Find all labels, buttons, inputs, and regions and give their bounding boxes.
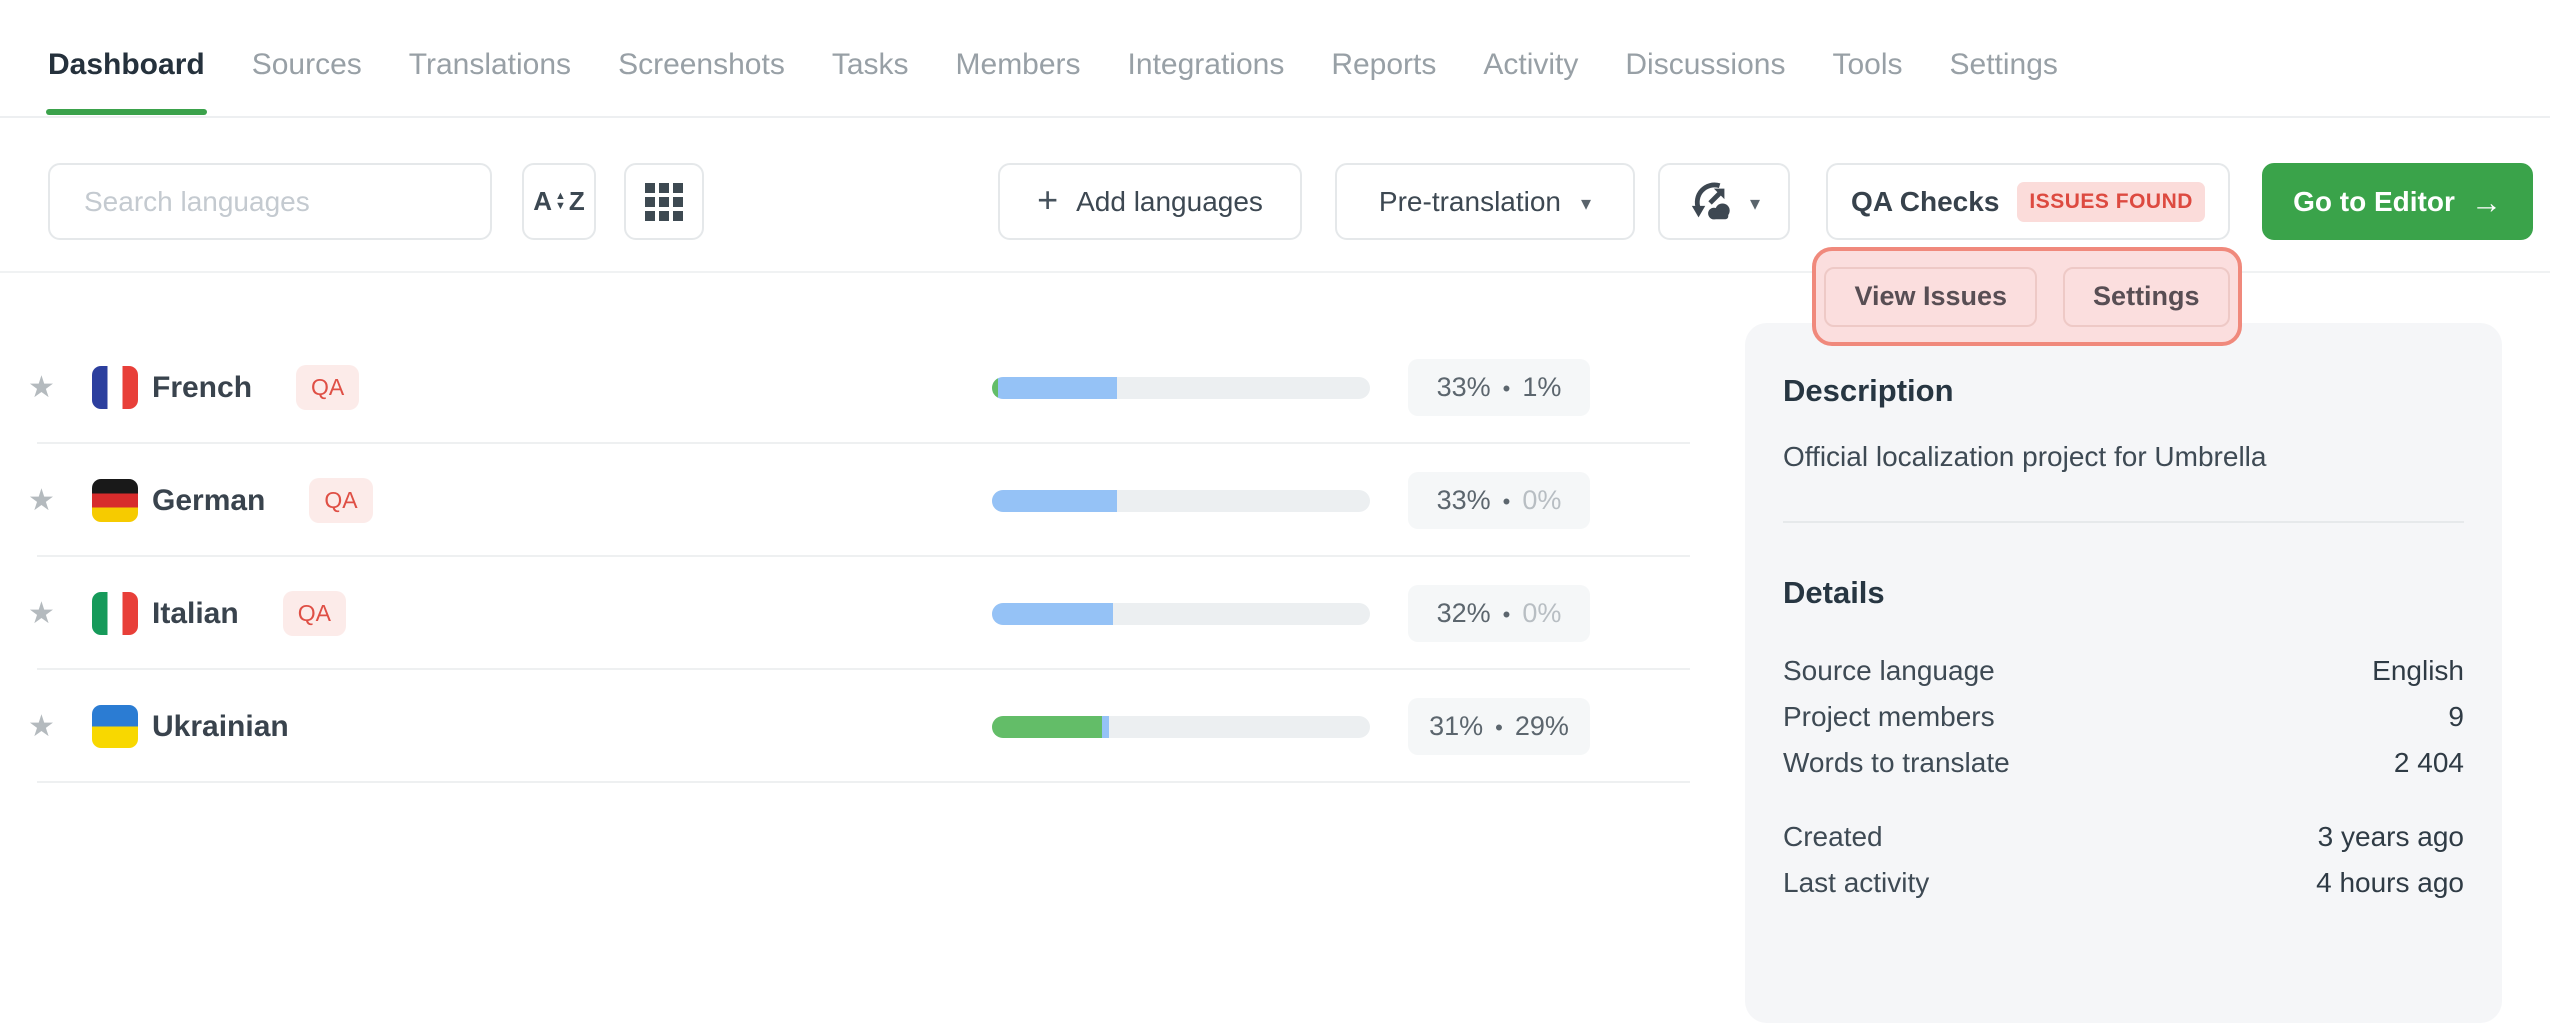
approved-percent: 1% [1522,372,1561,403]
approved-percent: 0% [1522,598,1561,629]
translated-percent: 33% [1437,372,1491,403]
caret-down-icon: ▾ [1581,191,1591,216]
project-nav: Dashboard Sources Translations Screensho… [0,0,2550,118]
add-languages-label: Add languages [1076,186,1263,218]
tab-screenshots[interactable]: Screenshots [618,48,785,82]
tab-tasks[interactable]: Tasks [832,48,909,82]
bullet-separator: • [1495,715,1503,741]
detail-value: 2 404 [2394,740,2464,786]
qa-badge[interactable]: QA [309,478,372,523]
qa-badge[interactable]: QA [283,591,346,636]
qa-settings-button[interactable]: Settings [2063,267,2230,327]
bullet-separator: • [1503,376,1511,402]
approved-percent: 29% [1515,711,1569,742]
tab-tools[interactable]: Tools [1832,48,1902,82]
qa-checks-label: QA Checks [1851,186,1999,218]
detail-label: Last activity [1783,860,1929,906]
arrow-right-icon: → [2471,185,2502,221]
german-flag-icon [92,479,138,522]
details-heading: Details [1783,575,2464,611]
description-text: Official localization project for Umbrel… [1783,441,2464,473]
detail-row-source-language: Source language English [1783,648,2464,694]
progress-bar [992,716,1370,738]
grid-view-button[interactable] [624,163,704,240]
grid-icon [645,183,683,221]
go-to-editor-button[interactable]: Go to Editor → [2262,163,2533,240]
view-issues-button[interactable]: View Issues [1824,267,2037,327]
progress-bar [992,490,1370,512]
details-secondary-group: Created 3 years ago Last activity 4 hour… [1783,814,2464,906]
progress-percentages: 31% • 29% [1408,698,1590,755]
ukrainian-flag-icon [92,705,138,748]
translated-percent: 31% [1429,711,1483,742]
search-input[interactable] [84,186,456,218]
detail-row-last-activity: Last activity 4 hours ago [1783,860,2464,906]
translated-percent: 33% [1437,485,1491,516]
details-primary-group: Source language English Project members … [1783,648,2464,786]
tab-integrations[interactable]: Integrations [1128,48,1285,82]
detail-row-words-to-translate: Words to translate 2 404 [1783,740,2464,786]
description-heading: Description [1783,373,2464,409]
french-flag-icon [92,366,138,409]
go-to-editor-label: Go to Editor [2293,186,2455,218]
detail-value: 3 years ago [2318,814,2464,860]
qa-checks-popup: View Issues Settings [1812,247,2242,346]
qa-badge[interactable]: QA [296,365,359,410]
detail-label: Created [1783,814,1883,860]
detail-label: Words to translate [1783,740,2010,786]
search-languages-field[interactable] [48,163,492,240]
caret-down-icon: ▾ [1750,191,1760,216]
favorite-star-icon[interactable]: ★ [28,370,55,405]
progress-bar [992,603,1370,625]
language-name[interactable]: Italian [152,597,239,631]
progress-percentages: 32% • 0% [1408,585,1590,642]
bullet-separator: • [1503,489,1511,515]
language-list: ★ French QA 33% • 1% ★ German QA 33% • 0… [0,331,1690,783]
pre-translation-label: Pre-translation [1379,186,1561,218]
progress-bar [992,377,1370,399]
detail-label: Project members [1783,694,1995,740]
tab-sources[interactable]: Sources [252,48,362,82]
detail-row-project-members: Project members 9 [1783,694,2464,740]
tab-dashboard[interactable]: Dashboard [48,48,205,82]
language-row-italian: ★ Italian QA 32% • 0% [0,557,1690,670]
project-details-panel: Description Official localization projec… [1745,323,2502,1023]
progress-percentages: 33% • 0% [1408,472,1590,529]
issues-found-badge: ISSUES FOUND [2017,182,2205,222]
approved-percent: 0% [1522,485,1561,516]
bullet-separator: • [1503,602,1511,628]
sort-languages-button[interactable]: A ▲▼ Z [522,163,596,240]
panel-divider [1783,521,2464,523]
qa-checks-button[interactable]: QA Checks ISSUES FOUND [1826,163,2230,240]
detail-label: Source language [1783,648,1995,694]
detail-value: English [2372,648,2464,694]
favorite-star-icon[interactable]: ★ [28,709,55,744]
detail-value: 9 [2448,694,2464,740]
tab-translations[interactable]: Translations [409,48,571,82]
detail-value: 4 hours ago [2316,860,2464,906]
italian-flag-icon [92,592,138,635]
add-languages-button[interactable]: + Add languages [998,163,1302,240]
language-row-french: ★ French QA 33% • 1% [0,331,1690,444]
favorite-star-icon[interactable]: ★ [28,483,55,518]
language-row-german: ★ German QA 33% • 0% [0,444,1690,557]
progress-percentages: 33% • 1% [1408,359,1590,416]
language-row-ukrainian: ★ Ukrainian 31% • 29% [0,670,1690,783]
az-sort-icon: A ▲▼ Z [533,186,585,217]
cloud-sync-icon [1688,179,1734,225]
language-name[interactable]: Ukrainian [152,710,289,744]
translated-percent: 32% [1437,598,1491,629]
tab-discussions[interactable]: Discussions [1625,48,1785,82]
sync-dropdown-button[interactable]: ▾ [1658,163,1790,240]
tab-reports[interactable]: Reports [1331,48,1436,82]
language-name[interactable]: French [152,371,252,405]
tab-activity[interactable]: Activity [1483,48,1578,82]
language-name[interactable]: German [152,484,265,518]
plus-icon: + [1037,179,1058,221]
detail-row-created: Created 3 years ago [1783,814,2464,860]
favorite-star-icon[interactable]: ★ [28,596,55,631]
pre-translation-button[interactable]: Pre-translation ▾ [1335,163,1635,240]
tab-members[interactable]: Members [956,48,1081,82]
tab-settings[interactable]: Settings [1950,48,2058,82]
